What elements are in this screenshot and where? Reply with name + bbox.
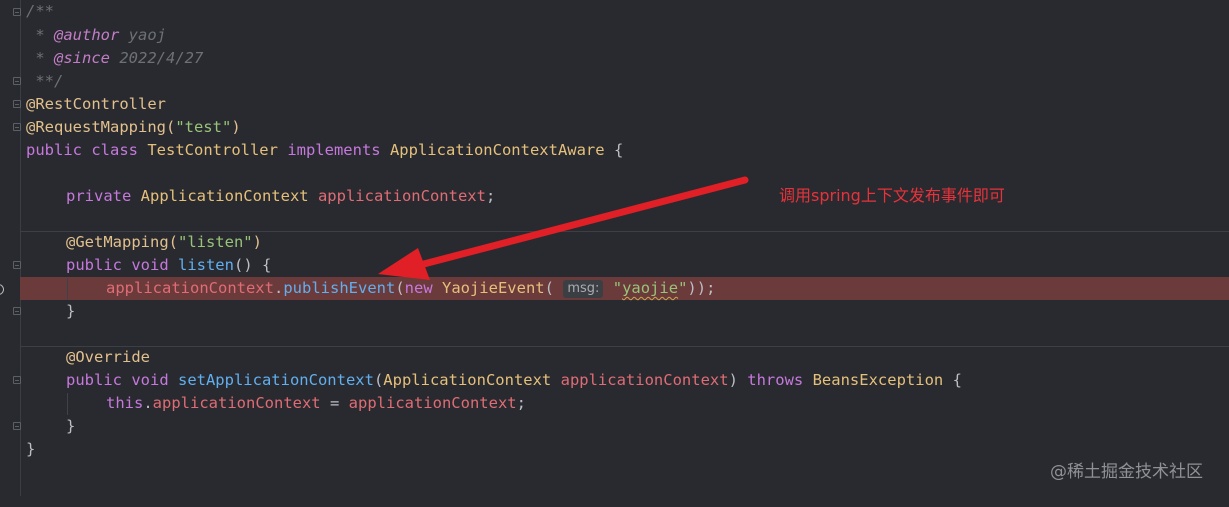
code-line: private ApplicationContext applicationCo… (66, 187, 496, 205)
code-line: public void listen() { (66, 256, 272, 274)
code-line: } (66, 417, 76, 435)
indent-guide (67, 278, 68, 300)
method-separator (20, 346, 1229, 347)
arrow-head (378, 248, 430, 280)
code-line-current: applicationContext.publishEvent(new Yaoj… (106, 279, 716, 298)
code-line: * @since 2022/4/27 (26, 49, 204, 67)
annotation-label: 调用spring上下文发布事件即可 (779, 186, 1005, 205)
code-line: } (26, 440, 36, 458)
code-line: public void setApplicationContext(Applic… (66, 371, 962, 389)
code-line: * @author yaoj (26, 26, 166, 44)
parameter-hint: msg: (563, 280, 604, 298)
code-line: @GetMapping("listen") (66, 233, 262, 251)
code-line: public class TestController implements A… (26, 141, 624, 159)
code-line: @RequestMapping("test") (26, 118, 241, 136)
code-line: /** (26, 2, 54, 20)
code-line: this.applicationContext = applicationCon… (106, 394, 526, 412)
code-line: } (66, 302, 76, 320)
typo-word: yaojie (622, 279, 679, 297)
indent-guide (67, 393, 68, 415)
code-line: **/ (26, 72, 64, 90)
code-line: @RestController (26, 95, 166, 113)
code-line: @Override (66, 348, 150, 366)
watermark: @稀土掘金技术社区 (1050, 462, 1203, 482)
